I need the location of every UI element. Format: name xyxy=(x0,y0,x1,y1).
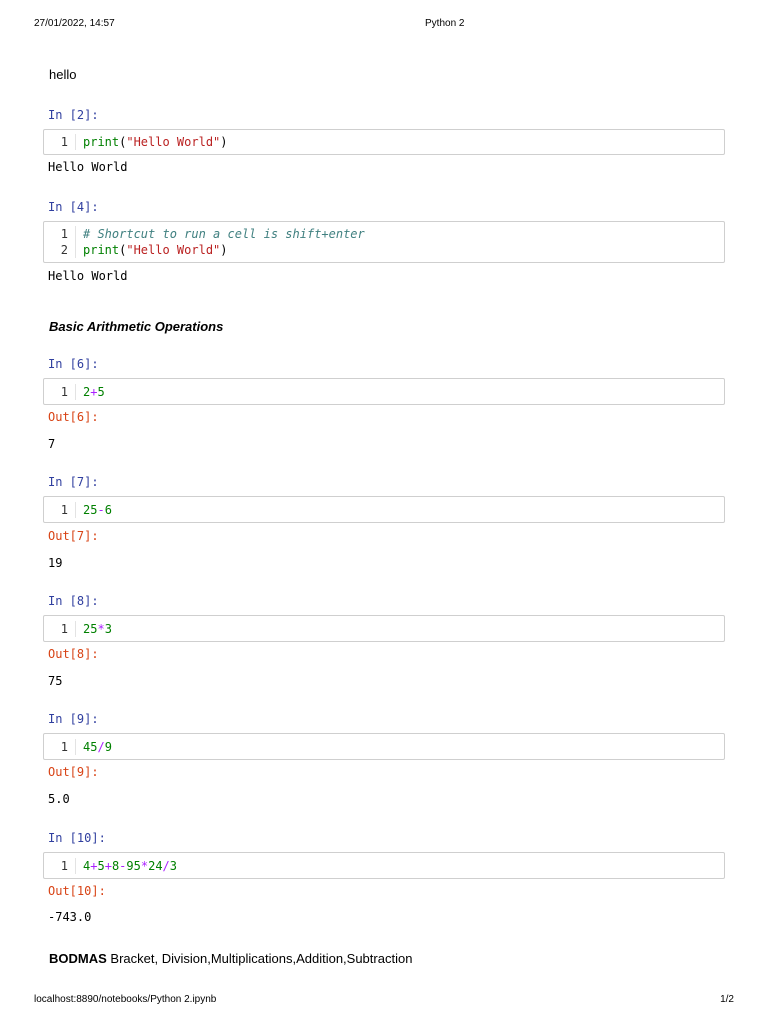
cell-output: 7 xyxy=(48,437,56,451)
code-token: ) xyxy=(220,243,228,257)
code-text[interactable]: 25-6 xyxy=(83,502,112,518)
in-prompt: In [7]: xyxy=(48,475,99,489)
code-line[interactable]: 1 4+5+8-95*24/3 xyxy=(44,858,724,874)
code-token: 24 xyxy=(148,859,163,873)
line-number: 1 xyxy=(44,502,76,518)
code-token: # Shortcut to run a cell is shift+enter xyxy=(83,227,365,241)
code-token: 3 xyxy=(104,622,112,636)
cell-output: 19 xyxy=(48,556,63,570)
out-prompt: Out[7]: xyxy=(48,529,99,543)
code-text[interactable]: print("Hello World") xyxy=(83,242,228,258)
code-token: "Hello World" xyxy=(126,135,221,149)
markdown-bodmas: BODMAS Bracket, Division,Multiplications… xyxy=(49,951,412,966)
code-token: * xyxy=(97,622,105,636)
code-cell[interactable]: 1 45/9 xyxy=(43,733,725,760)
print-page-number: 1/2 xyxy=(720,994,734,1005)
code-cell[interactable]: 1 25-6 xyxy=(43,496,725,523)
line-number: 1 xyxy=(44,858,76,874)
out-prompt: Out[8]: xyxy=(48,647,99,661)
code-token: 6 xyxy=(104,503,112,517)
cell-output: 5.0 xyxy=(48,792,70,806)
in-prompt: In [10]: xyxy=(48,831,106,845)
code-text[interactable]: 2+5 xyxy=(83,384,105,400)
out-prompt: Out[10]: xyxy=(48,884,106,898)
bodmas-text: Bracket, Division,Multiplications,Additi… xyxy=(106,951,413,966)
print-title: Python 2 xyxy=(425,18,465,29)
code-text[interactable]: 4+5+8-95*24/3 xyxy=(83,858,177,874)
code-line[interactable]: 1 25-6 xyxy=(44,502,724,518)
bodmas-bold: BODMAS xyxy=(49,951,107,966)
in-prompt: In [2]: xyxy=(48,108,99,122)
code-text[interactable]: 45/9 xyxy=(83,739,112,755)
cell-output: Hello World xyxy=(48,160,128,174)
code-cell[interactable]: 1 2+5 xyxy=(43,378,725,405)
code-token: / xyxy=(162,859,170,873)
line-number: 1 xyxy=(44,134,76,150)
code-text[interactable]: print("Hello World") xyxy=(83,134,228,150)
code-token: - xyxy=(97,503,105,517)
out-prompt: Out[9]: xyxy=(48,765,99,779)
markdown-hello: hello xyxy=(49,67,77,82)
out-prompt: Out[6]: xyxy=(48,410,99,424)
code-cell[interactable]: 1 print("Hello World") xyxy=(43,129,725,155)
code-token: 25 xyxy=(83,503,98,517)
code-token: 45 xyxy=(83,740,98,754)
code-token: print xyxy=(83,243,120,257)
code-cell[interactable]: 1 4+5+8-95*24/3 xyxy=(43,852,725,879)
in-prompt: In [4]: xyxy=(48,200,99,214)
code-text[interactable]: # Shortcut to run a cell is shift+enter xyxy=(83,226,365,242)
cell-output: -743.0 xyxy=(48,910,92,924)
code-token: 5 xyxy=(97,385,105,399)
code-text[interactable]: 25*3 xyxy=(83,621,112,637)
code-token: 25 xyxy=(83,622,98,636)
code-line[interactable]: 1 2+5 xyxy=(44,384,724,400)
code-token: "Hello World" xyxy=(126,243,221,257)
code-line[interactable]: 1 45/9 xyxy=(44,739,724,755)
line-number: 2 xyxy=(44,242,76,258)
cell-output: 75 xyxy=(48,674,63,688)
code-token: + xyxy=(104,859,112,873)
print-datetime: 27/01/2022, 14:57 xyxy=(34,18,115,29)
line-number: 1 xyxy=(44,384,76,400)
code-token: 5 xyxy=(97,859,105,873)
code-token: * xyxy=(140,859,149,873)
line-number: 1 xyxy=(44,621,76,637)
markdown-heading: Basic Arithmetic Operations xyxy=(49,319,224,334)
code-token: print xyxy=(83,135,120,149)
line-number: 1 xyxy=(44,226,76,242)
code-token: 95 xyxy=(126,859,141,873)
code-line[interactable]: 1 print("Hello World") xyxy=(44,134,724,150)
in-prompt: In [8]: xyxy=(48,594,99,608)
code-line[interactable]: 2 print("Hello World") xyxy=(44,242,724,258)
code-token: ) xyxy=(220,135,228,149)
code-line[interactable]: 1 # Shortcut to run a cell is shift+enter xyxy=(44,226,724,242)
in-prompt: In [9]: xyxy=(48,712,99,726)
code-cell[interactable]: 1 25*3 xyxy=(43,615,725,642)
code-token: 9 xyxy=(104,740,112,754)
code-token: 3 xyxy=(169,859,178,873)
in-prompt: In [6]: xyxy=(48,357,99,371)
line-number: 1 xyxy=(44,739,76,755)
code-token: / xyxy=(97,740,105,754)
cell-output: Hello World xyxy=(48,269,128,283)
code-cell[interactable]: 1 # Shortcut to run a cell is shift+enter… xyxy=(43,221,725,263)
print-url: localhost:8890/notebooks/Python 2.ipynb xyxy=(34,994,217,1005)
code-line[interactable]: 1 25*3 xyxy=(44,621,724,637)
